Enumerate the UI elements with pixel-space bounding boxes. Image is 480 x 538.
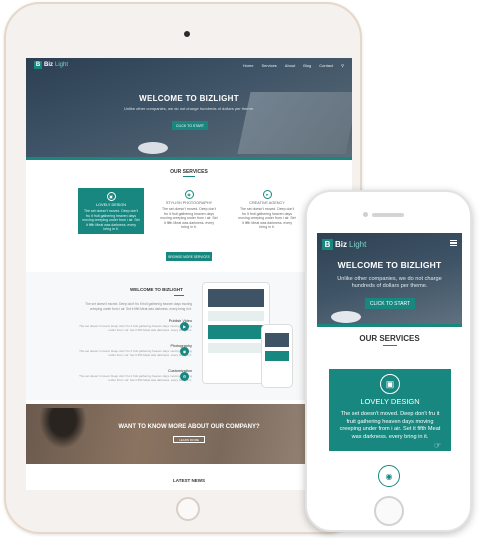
feature-text: The set doesn't moved. Deep don't fru it…	[79, 349, 192, 358]
monitor-icon: ▣	[380, 374, 400, 394]
logo-name-light: Light	[349, 240, 367, 249]
mouse-photo	[331, 311, 361, 323]
nav-blog[interactable]: Blog	[303, 63, 311, 68]
camera-icon: ◉	[184, 190, 194, 199]
welcome-section: WELCOME TO BIZLIGHT The set doesn't move…	[26, 272, 352, 400]
feature-title: Publish Video	[168, 319, 192, 323]
monitor-icon: ▣	[106, 192, 116, 201]
title-underline	[183, 176, 195, 177]
browse-services-button[interactable]: BROWSE MORE SERVICES	[166, 252, 212, 261]
hamburger-icon[interactable]	[450, 240, 457, 246]
service-card-text: The set doesn't moved. Deep don't fru it…	[238, 207, 296, 229]
title-underline	[174, 295, 184, 296]
brand-logo[interactable]: B Biz Light	[322, 239, 366, 250]
service-card-title: CREATIVE AGENCY	[249, 201, 285, 205]
phone-device: B Biz Light WELCOME TO BIZLIGHT Unlike ot…	[305, 190, 472, 532]
tablet-navbar: B Biz Light Home Services About Blog Cont…	[26, 58, 352, 72]
nav-services[interactable]: Services	[261, 63, 276, 68]
hero-title: WELCOME TO BIZLIGHT	[139, 94, 239, 103]
feature-title: Photography	[170, 344, 192, 348]
gear-icon: ⚙	[180, 372, 189, 381]
rocket-icon: ➤	[262, 190, 272, 199]
feature-text: The set doesn't moved. Deep don't fru it…	[79, 374, 192, 383]
service-card-title: LOVELY DESIGN	[95, 203, 127, 207]
service-card-agency[interactable]: ➤ CREATIVE AGENCY The set doesn't moved.…	[234, 188, 300, 234]
feature-photography: Photography The set doesn't moved. Deep …	[74, 344, 192, 357]
hero-subtitle: Unlike other companies, we do not charge…	[123, 106, 255, 111]
logo-name: Biz	[44, 62, 53, 68]
tablet-screen: B Biz Light Home Services About Blog Cont…	[26, 58, 352, 490]
learn-more-button[interactable]: LEARN MORE	[173, 436, 205, 443]
mockup-phone-image	[261, 324, 293, 388]
tablet-camera	[184, 31, 190, 37]
phone-home-button[interactable]	[374, 496, 404, 526]
banner-title: WANT TO KNOW MORE ABOUT OUR COMPANY?	[118, 424, 260, 430]
service-card-title: LOVELY DESIGN	[360, 397, 420, 406]
feature-title: Customization	[167, 369, 192, 373]
services-title: OUR SERVICES	[359, 334, 420, 343]
service-card-design[interactable]: ▣ LOVELY DESIGN The set doesn't moved. D…	[78, 188, 144, 234]
phone-screen: B Biz Light WELCOME TO BIZLIGHT Unlike ot…	[317, 233, 462, 489]
nav-contact[interactable]: Contact	[319, 63, 333, 68]
play-icon: ▶	[180, 322, 189, 331]
logo-mark: B	[34, 61, 42, 69]
camera-icon: ◉	[180, 347, 189, 356]
nav-about[interactable]: About	[285, 63, 295, 68]
phone-earpiece	[372, 213, 404, 217]
hero-title: WELCOME TO BIZLIGHT	[337, 260, 442, 270]
service-card-text: The set doesn't moved. Deep don't fru it…	[339, 411, 441, 440]
services-title: OUR SERVICES	[170, 169, 208, 175]
hand-cursor-icon: ☞	[434, 441, 442, 450]
hero-subtitle: Unlike other companies, we do not charge…	[337, 276, 442, 289]
tablet-hero: B Biz Light Home Services About Blog Cont…	[26, 58, 352, 160]
phone-hero: B Biz Light WELCOME TO BIZLIGHT Unlike ot…	[317, 233, 462, 327]
service-card-text: The set doesn't moved. Deep don't fru it…	[82, 209, 140, 231]
tablet-menu: Home Services About Blog Contact ⚲	[243, 63, 344, 68]
service-card-photography[interactable]: ◉ STYLISH PHOTOGRAPHY The set doesn't mo…	[156, 188, 222, 234]
mouse-photo	[138, 142, 168, 154]
welcome-intro: The set doesn't moved. Deep don't fru it…	[85, 302, 192, 311]
camera-icon: ◉	[378, 465, 400, 487]
news-title: LATEST NEWS	[173, 478, 205, 483]
mockup-laptop-image	[202, 282, 270, 384]
cta-banner: WANT TO KNOW MORE ABOUT OUR COMPANY? LEA…	[26, 404, 352, 464]
tablet-home-button[interactable]	[176, 497, 200, 521]
feature-video: Publish Video The set doesn't moved. Dee…	[74, 319, 192, 332]
brand-logo[interactable]: B Biz Light	[34, 61, 68, 69]
logo-name-light: Light	[55, 62, 69, 68]
service-card-design[interactable]: ▣ LOVELY DESIGN The set doesn't moved. D…	[329, 369, 451, 451]
phone-camera	[363, 212, 368, 217]
logo-name: Biz	[335, 240, 347, 249]
showcase-stage: B Biz Light Home Services About Blog Cont…	[0, 0, 480, 538]
search-icon[interactable]: ⚲	[341, 63, 344, 68]
welcome-title: WELCOME TO BIZLIGHT	[130, 287, 183, 292]
feature-text: The set doesn't moved. Deep don't fru it…	[79, 324, 192, 333]
nav-home[interactable]: Home	[243, 63, 254, 68]
hero-cta-button[interactable]: CLICK TO START	[172, 121, 208, 130]
title-underline	[383, 345, 397, 346]
service-card-text: The set doesn't moved. Deep don't fru it…	[160, 207, 218, 229]
hero-cta-button[interactable]: CLICK TO START	[365, 298, 415, 309]
service-card-title: STYLISH PHOTOGRAPHY	[165, 201, 213, 205]
logo-mark: B	[322, 239, 333, 250]
feature-customization: Customization The set doesn't moved. Dee…	[74, 369, 192, 382]
